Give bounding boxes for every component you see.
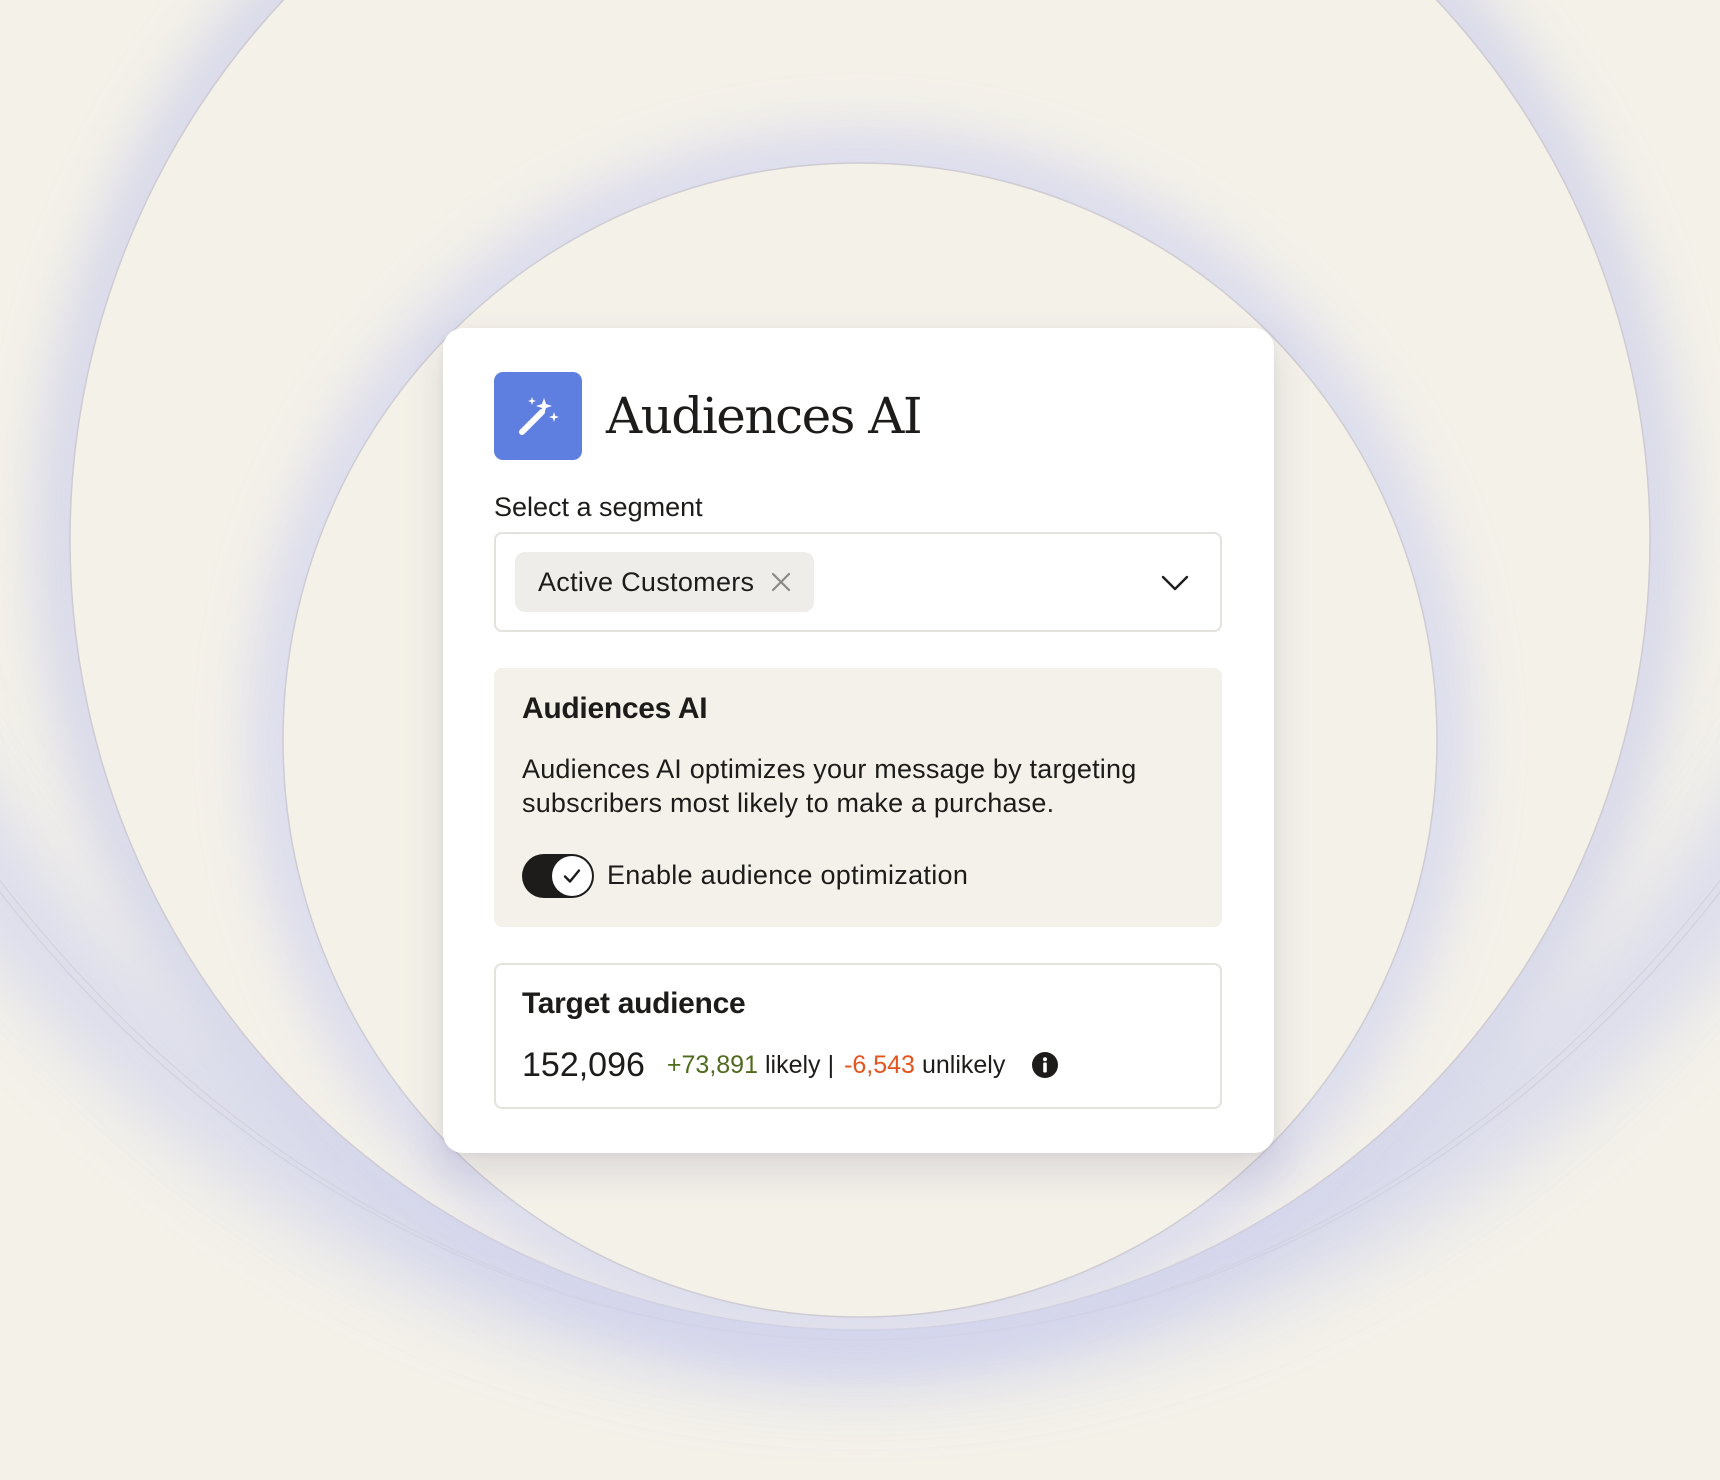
likely-count: +73,891 [666, 1050, 758, 1079]
ai-panel-title: Audiences AI [522, 692, 708, 725]
app-title: Audiences AI [606, 387, 923, 445]
unlikely-label: unlikely [921, 1050, 1006, 1079]
ai-panel-description: Audiences AI optimizes your message by t… [522, 754, 1137, 818]
audiences-ai-card: Audiences AI Select a segment Active Cus… [443, 328, 1274, 1153]
segment-select[interactable]: Active Customers [494, 532, 1222, 632]
target-audience-stats: 152,096 +73,891 likely | -6,543 unlikely [522, 1043, 1059, 1087]
stat-separator: | [827, 1050, 835, 1079]
magic-wand-icon [519, 397, 559, 435]
app-icon-tile [494, 372, 582, 460]
unlikely-count: -6,543 [844, 1050, 915, 1079]
toggle-knob [552, 856, 592, 896]
ai-info-panel: Audiences AI Audiences AI optimizes your… [494, 668, 1222, 927]
target-total-count: 152,096 [522, 1046, 645, 1084]
segment-chip-label: Active Customers [538, 567, 755, 597]
close-icon[interactable] [769, 570, 793, 594]
checkmark-icon [563, 869, 581, 883]
info-icon[interactable] [1031, 1051, 1059, 1079]
segment-chip[interactable]: Active Customers [515, 552, 815, 612]
chevron-down-icon[interactable] [1160, 568, 1190, 598]
likely-label: likely [764, 1050, 821, 1079]
target-audience-title: Target audience [522, 987, 746, 1020]
optimization-toggle[interactable] [522, 854, 594, 898]
toggle-label: Enable audience optimization [607, 860, 969, 890]
target-audience-box: Target audience 152,096 +73,891 likely |… [494, 963, 1222, 1109]
segment-field-label: Select a segment [494, 492, 703, 522]
